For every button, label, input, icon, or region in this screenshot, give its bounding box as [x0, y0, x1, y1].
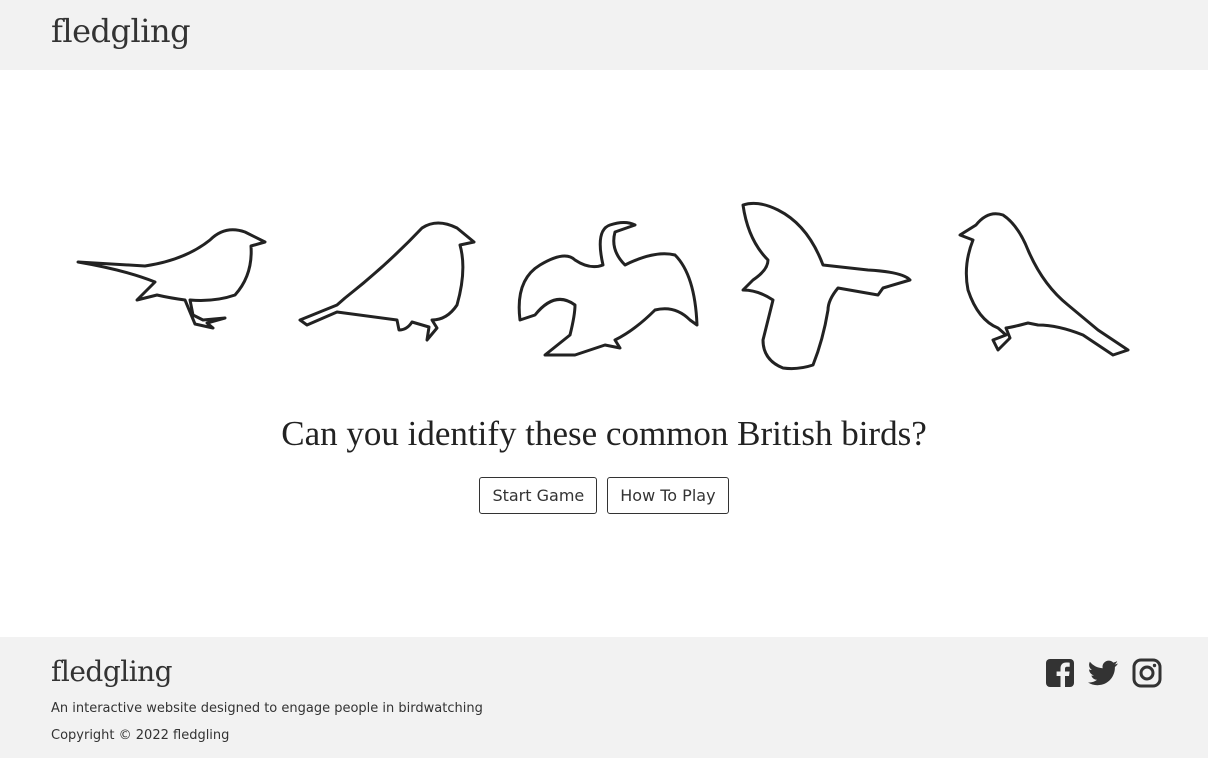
hero-actions: Start Game How To Play: [0, 477, 1208, 514]
bird-outline-2: [298, 221, 476, 342]
brand-logo[interactable]: fledgling: [51, 12, 191, 50]
footer-copyright: Copyright © 2022 fledgling: [51, 728, 230, 743]
instagram-icon[interactable]: [1131, 657, 1163, 689]
site-header: fledgling: [0, 0, 1208, 70]
twitter-icon[interactable]: [1087, 657, 1119, 689]
bird-outline-1: [76, 228, 267, 330]
facebook-icon[interactable]: [1044, 657, 1076, 689]
footer-description: An interactive website designed to engag…: [51, 701, 483, 716]
bird-outline-5: [958, 212, 1130, 357]
footer-brand: fledgling: [51, 655, 173, 688]
site-footer: fledgling An interactive website designe…: [0, 637, 1208, 758]
hero-question: Can you identify these common British bi…: [281, 414, 927, 453]
bird-outline-3: [517, 221, 699, 357]
start-game-button[interactable]: Start Game: [479, 477, 598, 514]
bird-outline-4: [741, 201, 912, 371]
how-to-play-button[interactable]: How To Play: [607, 477, 729, 514]
bird-illustrations: [0, 190, 1208, 380]
